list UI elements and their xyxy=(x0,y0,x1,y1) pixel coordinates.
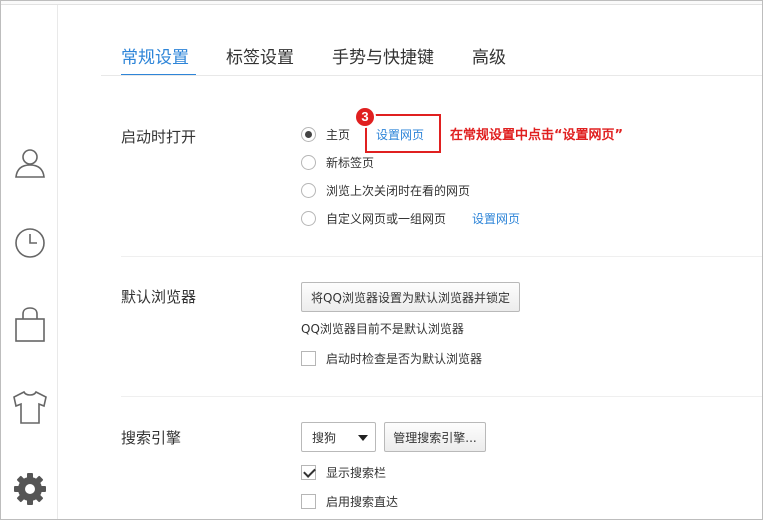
set-default-browser-button[interactable]: 将QQ浏览器设置为默认浏览器并锁定 xyxy=(301,282,520,312)
tab-tab-settings[interactable]: 标签设置 xyxy=(226,43,294,68)
direct-search-label: 启用搜索直达 xyxy=(326,494,399,509)
gear-icon[interactable] xyxy=(10,469,50,509)
search-engine-selected: 搜狗 xyxy=(312,430,337,445)
chevron-down-icon xyxy=(358,435,368,441)
startup-option-custom-pages[interactable]: 自定义网页或一组网页 xyxy=(301,209,446,227)
new-tab-radio-label: 新标签页 xyxy=(326,155,375,170)
annotation-highlight-box xyxy=(365,114,441,153)
check-default-checkbox[interactable] xyxy=(301,350,316,366)
new-tab-radio[interactable] xyxy=(301,154,316,170)
sidebar xyxy=(2,5,58,519)
custom-pages-radio[interactable] xyxy=(301,210,316,226)
user-icon[interactable] xyxy=(10,143,50,183)
history-clock-icon[interactable] xyxy=(10,223,50,263)
check-default-label: 启动时检查是否为默认浏览器 xyxy=(326,351,483,366)
custom-set-pages-link[interactable]: 设置网页 xyxy=(472,210,520,227)
manage-search-engines-button[interactable]: 管理搜索引擎... xyxy=(384,422,486,452)
startup-option-homepage[interactable]: 主页 xyxy=(301,125,350,143)
tabs-divider xyxy=(101,75,762,76)
tshirt-skin-icon[interactable] xyxy=(10,387,50,427)
homepage-radio-label: 主页 xyxy=(326,127,351,142)
startup-section-title: 启动时打开 xyxy=(121,128,197,146)
step-number-badge: 3 xyxy=(354,106,376,128)
restore-last-radio[interactable] xyxy=(301,182,316,198)
tab-advanced[interactable]: 高级 xyxy=(472,43,506,68)
annotation-instruction-text: 在常规设置中点击“设置网页” xyxy=(450,128,624,143)
default-browser-section-title: 默认浏览器 xyxy=(121,288,197,306)
tab-general-settings[interactable]: 常规设置 xyxy=(121,43,189,68)
tab-gestures-shortcuts[interactable]: 手势与快捷键 xyxy=(332,43,434,68)
top-border xyxy=(1,1,762,5)
show-search-bar-checkbox[interactable] xyxy=(301,464,316,480)
search-engine-select[interactable]: 搜狗 xyxy=(301,422,376,452)
startup-option-new-tab[interactable]: 新标签页 xyxy=(301,153,374,171)
shopping-bag-icon[interactable] xyxy=(10,305,50,345)
default-browser-status: QQ浏览器目前不是默认浏览器 xyxy=(301,322,464,336)
direct-search-checkbox[interactable] xyxy=(301,493,316,509)
section-divider xyxy=(121,256,762,257)
show-search-bar-option[interactable]: 显示搜索栏 xyxy=(301,463,386,481)
direct-search-option[interactable]: 启用搜索直达 xyxy=(301,492,398,510)
show-search-bar-label: 显示搜索栏 xyxy=(326,465,387,480)
section-divider xyxy=(121,396,762,397)
check-default-on-start[interactable]: 启动时检查是否为默认浏览器 xyxy=(301,349,482,367)
homepage-radio[interactable] xyxy=(301,126,316,142)
settings-window: 常规设置 标签设置 手势与快捷键 高级 启动时打开 主页 设置网页 新标签页 浏… xyxy=(0,0,763,520)
custom-pages-radio-label: 自定义网页或一组网页 xyxy=(326,211,447,226)
restore-last-radio-label: 浏览上次关闭时在看的网页 xyxy=(326,183,471,198)
startup-option-restore-last[interactable]: 浏览上次关闭时在看的网页 xyxy=(301,181,470,199)
search-engine-section-title: 搜索引擎 xyxy=(121,429,182,447)
